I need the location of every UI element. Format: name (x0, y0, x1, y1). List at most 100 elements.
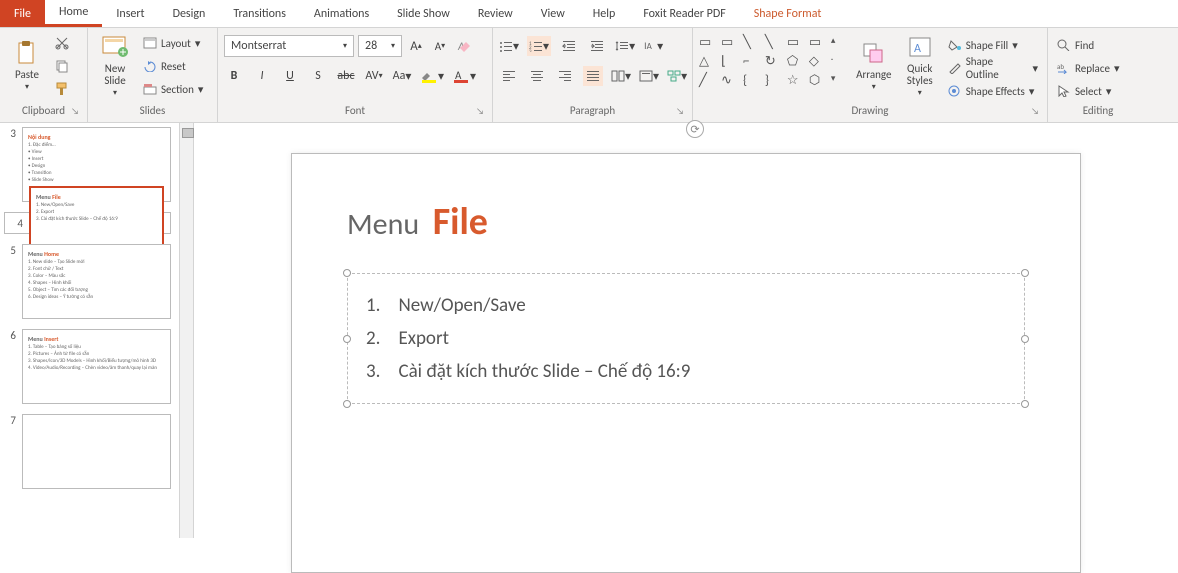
tab-transitions[interactable]: Transitions (219, 0, 300, 27)
increase-font-icon[interactable]: A▴ (406, 36, 426, 56)
dialog-launcher-icon[interactable]: ↘ (476, 106, 484, 117)
group-editing: Find abReplace ▾ Select ▾ Editing (1048, 28, 1148, 122)
cut-icon[interactable] (52, 33, 72, 53)
quick-styles-button[interactable]: A Quick Styles▾ (899, 31, 941, 99)
slide-thumbnail[interactable]: 5Menu Home1. New slide – Tạo Slide mới2.… (4, 244, 171, 319)
group-slides: New Slide▾ Layout ▾ Reset Section ▾ Slid… (88, 28, 218, 122)
layout-icon (143, 37, 157, 49)
tab-help[interactable]: Help (579, 0, 630, 27)
resize-handle[interactable] (343, 269, 351, 277)
bucket-icon (948, 39, 962, 51)
search-icon (1057, 39, 1071, 51)
decrease-indent-icon[interactable] (559, 36, 579, 56)
numbering-button[interactable]: 123▾ (527, 36, 551, 56)
clear-formatting-icon[interactable]: A (454, 36, 474, 56)
group-label-font: Font↘ (224, 104, 486, 119)
effects-icon (948, 85, 962, 97)
tab-review[interactable]: Review (464, 0, 527, 27)
new-slide-icon (101, 33, 129, 61)
shape-outline-button[interactable]: Shape Outline ▾ (945, 58, 1041, 78)
arrange-button[interactable]: Arrange▾ (853, 31, 895, 99)
shapes-gallery[interactable]: ▭▭╲╲▭▭▴ △⌊⌐↻⬠◇· ╱∿{}☆⬡▾ (699, 31, 849, 88)
shape-effects-button[interactable]: Shape Effects ▾ (945, 81, 1041, 101)
content-textbox[interactable]: 1.New/Open/Save 2.Export 3.Cài đặt kích th… (347, 273, 1025, 404)
underline-button[interactable]: U (280, 66, 300, 86)
section-button[interactable]: Section ▾ (140, 79, 206, 99)
thumbnail-scrollbar[interactable] (180, 123, 194, 538)
tab-insert[interactable]: Insert (102, 0, 158, 27)
tab-animations[interactable]: Animations (300, 0, 383, 27)
arrange-icon (860, 39, 888, 67)
find-button[interactable]: Find (1054, 35, 1122, 55)
resize-handle[interactable] (1021, 335, 1029, 343)
list-item[interactable]: 2.Export (366, 327, 1006, 350)
resize-handle[interactable] (343, 400, 351, 408)
tab-slideshow[interactable]: Slide Show (383, 0, 464, 27)
font-size-select[interactable]: 28▾ (358, 35, 402, 57)
tab-file[interactable]: File (0, 0, 45, 27)
new-slide-button[interactable]: New Slide▾ (94, 31, 136, 99)
layout-button[interactable]: Layout ▾ (140, 33, 206, 53)
resize-handle[interactable] (1021, 269, 1029, 277)
tab-view[interactable]: View (527, 0, 579, 27)
format-painter-icon[interactable] (52, 79, 72, 99)
smartart-icon[interactable]: ▾ (667, 66, 687, 86)
workspace: 3Nội dung1. Đặc điểm…• View• Insert• Des… (0, 123, 1178, 538)
group-label-paragraph: Paragraph↘ (499, 104, 686, 119)
char-spacing-button[interactable]: AV▾ (364, 66, 384, 86)
increase-indent-icon[interactable] (587, 36, 607, 56)
list-item[interactable]: 1.New/Open/Save (366, 294, 1006, 317)
pen-icon (948, 62, 962, 74)
select-button[interactable]: Select ▾ (1054, 81, 1122, 101)
tab-foxit[interactable]: Foxit Reader PDF (629, 0, 739, 27)
tab-shape-format[interactable]: Shape Format (740, 0, 836, 27)
strike-button[interactable]: abc (336, 66, 356, 86)
thumb-number: 6 (4, 329, 16, 404)
italic-button[interactable]: I (252, 66, 272, 86)
dialog-launcher-icon[interactable]: ↘ (676, 106, 684, 117)
shadow-button[interactable]: S (308, 66, 328, 86)
bullets-button[interactable]: ▾ (499, 36, 519, 56)
align-center-icon[interactable] (527, 66, 547, 86)
slide-canvas: Menu File ⟳ 1.New/Open/Save2.Export3.Cài… (194, 123, 1178, 538)
thumb-number: 3 (4, 127, 16, 202)
slide-thumbnail[interactable]: 4Menu File1. New/Open/Save2. Export3. Cà… (4, 212, 171, 234)
thumbnail-panel[interactable]: 3Nội dung1. Đặc điểm…• View• Insert• Des… (0, 123, 180, 538)
slide-thumbnail[interactable]: 6Menu Insert1. Table – Tạo bảng số liệu2… (4, 329, 171, 404)
rotate-handle-icon[interactable]: ⟳ (686, 120, 704, 138)
columns-icon[interactable]: ▾ (611, 66, 631, 86)
copy-icon[interactable] (52, 56, 72, 76)
group-paragraph: ▾ 123▾ ▾ ⅠA▾ ▾ ▾ ▾ Paragraph↘ (493, 28, 693, 122)
text-direction-icon[interactable]: ⅠA▾ (643, 36, 663, 56)
thumb-number: 7 (4, 414, 16, 489)
svg-text:ab: ab (1057, 62, 1064, 71)
highlight-button[interactable]: ▾ (420, 66, 444, 86)
align-left-icon[interactable] (499, 66, 519, 86)
dialog-launcher-icon[interactable]: ↘ (71, 106, 79, 117)
replace-button[interactable]: abReplace ▾ (1054, 58, 1122, 78)
resize-handle[interactable] (1021, 400, 1029, 408)
bold-button[interactable]: B (224, 66, 244, 86)
resize-handle[interactable] (343, 335, 351, 343)
group-label-slides: Slides (94, 104, 211, 119)
align-right-icon[interactable] (555, 66, 575, 86)
shape-fill-button[interactable]: Shape Fill ▾ (945, 35, 1041, 55)
tab-home[interactable]: Home (45, 0, 102, 27)
decrease-font-icon[interactable]: A▾ (430, 36, 450, 56)
dialog-launcher-icon[interactable]: ↘ (1031, 106, 1039, 117)
reset-button[interactable]: Reset (140, 56, 206, 76)
align-text-icon[interactable]: ▾ (639, 66, 659, 86)
paste-button[interactable]: Paste▾ (6, 31, 48, 99)
change-case-button[interactable]: Aa ▾ (392, 66, 412, 86)
line-spacing-icon[interactable]: ▾ (615, 36, 635, 56)
group-font: Montserrat▾ 28▾ A▴ A▾ A B I U S abc AV▾ … (218, 28, 493, 122)
font-name-select[interactable]: Montserrat▾ (224, 35, 354, 57)
tab-design[interactable]: Design (159, 0, 220, 27)
list-item[interactable]: 3.Cài đặt kích thước Slide – Chế độ 16:9 (366, 360, 1006, 383)
quick-styles-icon: A (906, 33, 934, 61)
clipboard-icon (13, 39, 41, 67)
font-color-button[interactable]: A▾ (452, 66, 476, 86)
justify-icon[interactable] (583, 66, 603, 86)
slide-thumbnail[interactable]: 7 (4, 414, 171, 489)
group-label-drawing: Drawing↘ (699, 104, 1041, 119)
